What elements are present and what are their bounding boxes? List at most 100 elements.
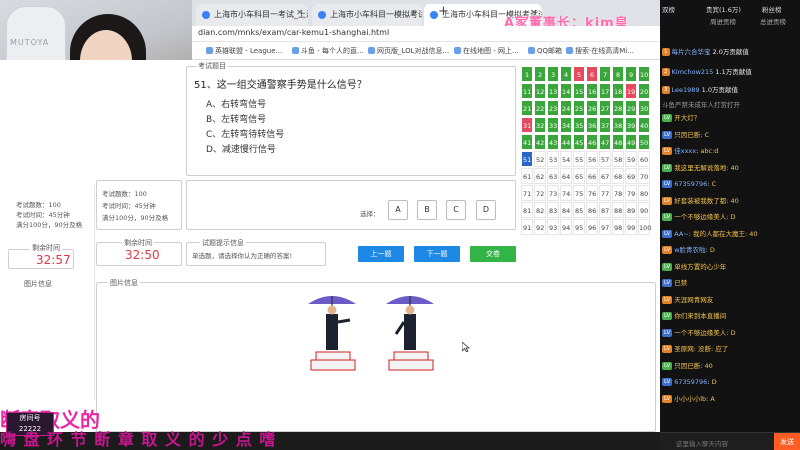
answer-grid-cell[interactable]: 37 bbox=[599, 117, 612, 133]
answer-grid-cell[interactable]: 78 bbox=[612, 185, 625, 201]
answer-grid-cell[interactable]: 89 bbox=[625, 202, 638, 218]
close-icon[interactable]: ✕ bbox=[410, 8, 417, 17]
answer-grid-cell[interactable]: 4 bbox=[560, 66, 573, 82]
answer-grid-cell[interactable]: 9 bbox=[625, 66, 638, 82]
answer-grid-cell[interactable]: 48 bbox=[612, 134, 625, 150]
answer-grid-cell[interactable]: 2 bbox=[534, 66, 547, 82]
answer-grid-cell[interactable]: 63 bbox=[547, 168, 560, 184]
answer-grid-cell[interactable]: 20 bbox=[638, 83, 651, 99]
answer-grid-cell[interactable]: 38 bbox=[612, 117, 625, 133]
answer-grid-cell[interactable]: 92 bbox=[534, 219, 547, 235]
answer-grid-cell[interactable]: 19 bbox=[625, 83, 638, 99]
answer-grid-cell[interactable]: 44 bbox=[560, 134, 573, 150]
answer-grid-cell[interactable]: 54 bbox=[560, 151, 573, 167]
answer-grid-cell[interactable]: 14 bbox=[560, 83, 573, 99]
answer-grid-cell[interactable]: 75 bbox=[573, 185, 586, 201]
chat-input[interactable]: 这里输入聊天内容 bbox=[676, 438, 728, 448]
chat-user-name[interactable]: 67359796 bbox=[674, 180, 707, 188]
answer-grid-cell[interactable]: 85 bbox=[573, 202, 586, 218]
next-button[interactable]: 下一题 bbox=[414, 246, 460, 262]
bookmark-item[interactable]: 英雄联盟 - League... bbox=[206, 46, 282, 56]
answer-grid-cell[interactable]: 76 bbox=[586, 185, 599, 201]
answer-grid-cell[interactable]: 56 bbox=[586, 151, 599, 167]
answer-grid-cell[interactable]: 68 bbox=[612, 168, 625, 184]
answer-grid-cell[interactable]: 79 bbox=[625, 185, 638, 201]
bookmark-item[interactable]: 在线地图 - 网上... bbox=[454, 46, 519, 56]
answer-grid-cell[interactable]: 1 bbox=[521, 66, 534, 82]
address-bar[interactable]: dian.com/mnks/exam/car-kemu1-shanghai.ht… bbox=[192, 26, 660, 42]
chat-tab-rank[interactable]: 双榜 bbox=[662, 4, 675, 14]
answer-grid-cell[interactable]: 66 bbox=[586, 168, 599, 184]
answer-grid-cell[interactable]: 21 bbox=[521, 100, 534, 116]
answer-grid-cell[interactable]: 40 bbox=[638, 117, 651, 133]
answer-grid-cell[interactable]: 22 bbox=[534, 100, 547, 116]
answer-grid-cell[interactable]: 32 bbox=[534, 117, 547, 133]
answer-grid-cell[interactable]: 15 bbox=[573, 83, 586, 99]
bookmark-item[interactable]: 网页版_LOL对战信息... bbox=[368, 46, 449, 56]
answer-grid-cell[interactable]: 64 bbox=[560, 168, 573, 184]
answer-grid-cell[interactable]: 67 bbox=[599, 168, 612, 184]
answer-grid-cell[interactable]: 49 bbox=[625, 134, 638, 150]
answer-grid-cell[interactable]: 96 bbox=[586, 219, 599, 235]
answer-grid-cell[interactable]: 6 bbox=[586, 66, 599, 82]
answer-grid-cell[interactable]: 70 bbox=[638, 168, 651, 184]
answer-grid-cell[interactable]: 87 bbox=[599, 202, 612, 218]
answer-grid-cell[interactable]: 17 bbox=[599, 83, 612, 99]
answer-grid-cell[interactable]: 3 bbox=[547, 66, 560, 82]
bookmark-item[interactable]: 斗鱼 - 每个人的直... bbox=[292, 46, 364, 56]
answer-grid-cell[interactable]: 52 bbox=[534, 151, 547, 167]
answer-grid-cell[interactable]: 41 bbox=[521, 134, 534, 150]
answer-grid-cell[interactable]: 31 bbox=[521, 117, 534, 133]
answer-grid-cell[interactable]: 28 bbox=[612, 100, 625, 116]
answer-grid-cell[interactable]: 24 bbox=[560, 100, 573, 116]
answer-grid-cell[interactable]: 53 bbox=[547, 151, 560, 167]
chat-user-name[interactable]: 佳xxxx bbox=[674, 147, 696, 155]
answer-grid-cell[interactable]: 47 bbox=[599, 134, 612, 150]
answer-button-b[interactable]: B bbox=[417, 200, 437, 220]
answer-grid-cell[interactable]: 73 bbox=[547, 185, 560, 201]
send-button[interactable]: 发送 bbox=[774, 433, 800, 450]
answer-grid-cell[interactable]: 30 bbox=[638, 100, 651, 116]
answer-grid-cell[interactable]: 83 bbox=[547, 202, 560, 218]
chat-subtab-weekly[interactable]: 周进贡榜 bbox=[710, 16, 736, 26]
answer-grid-cell[interactable]: 60 bbox=[638, 151, 651, 167]
answer-grid-cell[interactable]: 71 bbox=[521, 185, 534, 201]
answer-grid-cell[interactable]: 84 bbox=[560, 202, 573, 218]
browser-tab-1[interactable]: 上海市小车科目一考试_上海市科... ✕ bbox=[196, 4, 308, 26]
answer-grid-cell[interactable]: 39 bbox=[625, 117, 638, 133]
answer-grid-cell[interactable]: 13 bbox=[547, 83, 560, 99]
answer-grid-cell[interactable]: 98 bbox=[612, 219, 625, 235]
chat-tab-vip[interactable]: 贵宾(1.6万) bbox=[706, 4, 741, 14]
submit-button[interactable]: 交卷 bbox=[470, 246, 516, 262]
answer-grid-cell[interactable]: 7 bbox=[599, 66, 612, 82]
answer-grid-cell[interactable]: 57 bbox=[599, 151, 612, 167]
answer-grid-cell[interactable]: 81 bbox=[521, 202, 534, 218]
answer-grid-cell[interactable]: 29 bbox=[625, 100, 638, 116]
answer-grid-cell[interactable]: 69 bbox=[625, 168, 638, 184]
answer-grid-cell[interactable]: 65 bbox=[573, 168, 586, 184]
answer-grid-cell[interactable]: 61 bbox=[521, 168, 534, 184]
chat-user-name[interactable]: AA~ bbox=[674, 230, 689, 238]
answer-grid-cell[interactable]: 62 bbox=[534, 168, 547, 184]
prev-button[interactable]: 上一题 bbox=[358, 246, 404, 262]
answer-grid-cell[interactable]: 100 bbox=[638, 219, 651, 235]
chat-subtab-total[interactable]: 总进贡榜 bbox=[760, 16, 786, 26]
answer-grid-cell[interactable]: 35 bbox=[573, 117, 586, 133]
answer-grid-cell[interactable]: 59 bbox=[625, 151, 638, 167]
chat-user-name[interactable]: 67359796 bbox=[674, 378, 707, 386]
answer-grid-cell[interactable]: 91 bbox=[521, 219, 534, 235]
browser-tab-2[interactable]: 上海市小车科目一模拟考试驾驶... ✕ bbox=[312, 4, 422, 26]
answer-grid-cell[interactable]: 95 bbox=[573, 219, 586, 235]
answer-grid-cell[interactable]: 99 bbox=[625, 219, 638, 235]
answer-grid-cell[interactable]: 27 bbox=[599, 100, 612, 116]
answer-grid-cell[interactable]: 42 bbox=[534, 134, 547, 150]
answer-grid-cell[interactable]: 26 bbox=[586, 100, 599, 116]
answer-grid-cell[interactable]: 12 bbox=[534, 83, 547, 99]
chat-tab-fans[interactable]: 粉丝榜 bbox=[762, 4, 782, 14]
answer-grid-cell[interactable]: 8 bbox=[612, 66, 625, 82]
answer-grid-cell[interactable]: 25 bbox=[573, 100, 586, 116]
answer-grid-cell[interactable]: 82 bbox=[534, 202, 547, 218]
answer-grid-cell[interactable]: 43 bbox=[547, 134, 560, 150]
answer-grid-cell[interactable]: 11 bbox=[521, 83, 534, 99]
bookmark-item[interactable]: 搜索·在线高清Mi... bbox=[566, 46, 634, 56]
